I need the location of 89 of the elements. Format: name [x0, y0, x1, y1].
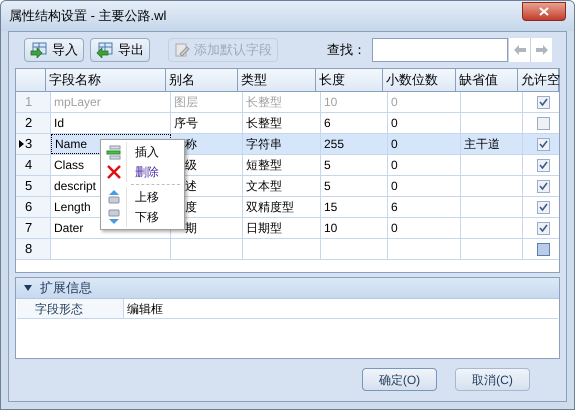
- table-cell-text: Id: [54, 115, 64, 132]
- table-cell-text: 10: [324, 220, 338, 237]
- table-cell-text: descript: [54, 178, 96, 195]
- column-header[interactable]: 缺省值: [456, 69, 518, 91]
- table-cell-text: 6: [324, 115, 331, 132]
- table-cell-text: 短整型: [246, 157, 282, 174]
- collapse-arrow-icon: [24, 285, 32, 291]
- table-cell-text: 述: [185, 178, 197, 195]
- table-cell-text: 字符串: [246, 136, 282, 153]
- checkbox[interactable]: [537, 158, 550, 172]
- current-row-icon: [19, 140, 24, 148]
- column-header[interactable]: 允许空: [518, 69, 559, 91]
- table-row[interactable]: 2 Id 序号 长整型 6 0: [16, 113, 559, 134]
- table-cell-text: 长整型: [246, 94, 282, 111]
- table-cell-text: 0: [391, 178, 398, 195]
- row-number: 3: [25, 135, 32, 154]
- checkbox[interactable]: [537, 116, 550, 130]
- table-cell-text: 度: [185, 199, 197, 216]
- move-up-icon: [106, 189, 122, 205]
- table-cell-text: 0: [391, 115, 398, 132]
- check-icon: [539, 224, 548, 232]
- window-title: 属性结构设置 - 主要公路.wl: [9, 7, 168, 26]
- table-cell-text: 图层: [174, 94, 198, 111]
- table-cell-text: 双精度型: [246, 199, 294, 216]
- left-arrow-icon: [512, 44, 526, 56]
- table-cell-text: 长整型: [246, 115, 282, 132]
- table-cell-text: 5: [324, 157, 331, 174]
- table-cell-text: Length: [54, 199, 91, 216]
- column-header[interactable]: 长度: [316, 69, 383, 91]
- check-icon: [539, 98, 548, 106]
- table-cell-text: 期: [185, 220, 197, 237]
- row-number: 6: [25, 198, 32, 216]
- row-number: 7: [25, 219, 32, 238]
- row-number: 4: [25, 156, 32, 174]
- search-field[interactable]: [372, 38, 508, 62]
- row-number: 2: [25, 114, 32, 132]
- table-cell-text: 称: [185, 136, 197, 153]
- column-header[interactable]: 类型: [238, 69, 316, 91]
- check-icon: [539, 202, 548, 212]
- close-icon: [539, 6, 549, 16]
- property-name: 字段形态: [17, 299, 124, 318]
- section-header[interactable]: 扩展信息: [16, 278, 559, 299]
- search-label: 查找：: [327, 41, 366, 60]
- table-cell-text: 主干道: [464, 136, 500, 153]
- check-icon: [539, 160, 548, 170]
- table-cell-text: 5: [324, 178, 331, 195]
- table-cell-text: 0: [391, 136, 398, 153]
- table-import-icon: [30, 42, 48, 58]
- table-cell-text: mpLayer: [54, 94, 101, 111]
- toolbar-button[interactable]: 导入: [24, 38, 84, 62]
- column-header[interactable]: 字段名称: [46, 69, 166, 91]
- table-cell-text: 0: [391, 157, 398, 174]
- table-cell-text: Name: [55, 136, 88, 153]
- check-icon: [539, 182, 548, 190]
- checkbox[interactable]: [537, 180, 550, 192]
- move-down-icon: [106, 209, 122, 225]
- row-number: 1: [25, 93, 32, 112]
- row-number: 5: [25, 177, 32, 196]
- right-arrow-icon: [534, 44, 548, 56]
- table-cell-text: 文本型: [246, 178, 282, 195]
- table-cell-text: Dater: [54, 220, 84, 237]
- table-cell-text: 级: [185, 157, 197, 174]
- checkbox[interactable]: [537, 242, 550, 256]
- table-cell-text: 序号: [174, 115, 198, 132]
- column-header[interactable]: 别名: [166, 69, 238, 91]
- check-icon: [539, 140, 548, 148]
- table-cell-text: 15: [324, 199, 338, 216]
- table-cell-text: Class: [54, 157, 84, 174]
- dialog-button[interactable]: 确定(O): [362, 368, 437, 391]
- property-value[interactable]: 编辑框: [124, 299, 163, 318]
- insert-row-icon: [106, 144, 122, 160]
- checkbox[interactable]: [537, 138, 550, 150]
- close-button[interactable]: [522, 2, 566, 20]
- table-cell-text: 10: [324, 94, 338, 111]
- delete-icon: [106, 164, 122, 180]
- table-row[interactable]: 8: [16, 239, 559, 260]
- table-cell-text: 255: [324, 136, 344, 153]
- row-number: 8: [25, 240, 32, 258]
- table-cell-text: 6: [391, 199, 398, 216]
- dialog-button[interactable]: 取消(C): [455, 368, 530, 391]
- checkbox[interactable]: [537, 222, 550, 234]
- column-header[interactable]: 小数位数: [383, 69, 456, 91]
- toolbar-button[interactable]: 导出: [90, 38, 150, 62]
- table-cell-text: 日期型: [246, 220, 282, 237]
- table-cell-text: 0: [391, 94, 398, 111]
- document-edit-icon: [174, 42, 190, 58]
- table-export-icon: [96, 42, 114, 58]
- table-cell-text: 0: [391, 220, 398, 237]
- checkbox[interactable]: [537, 200, 550, 214]
